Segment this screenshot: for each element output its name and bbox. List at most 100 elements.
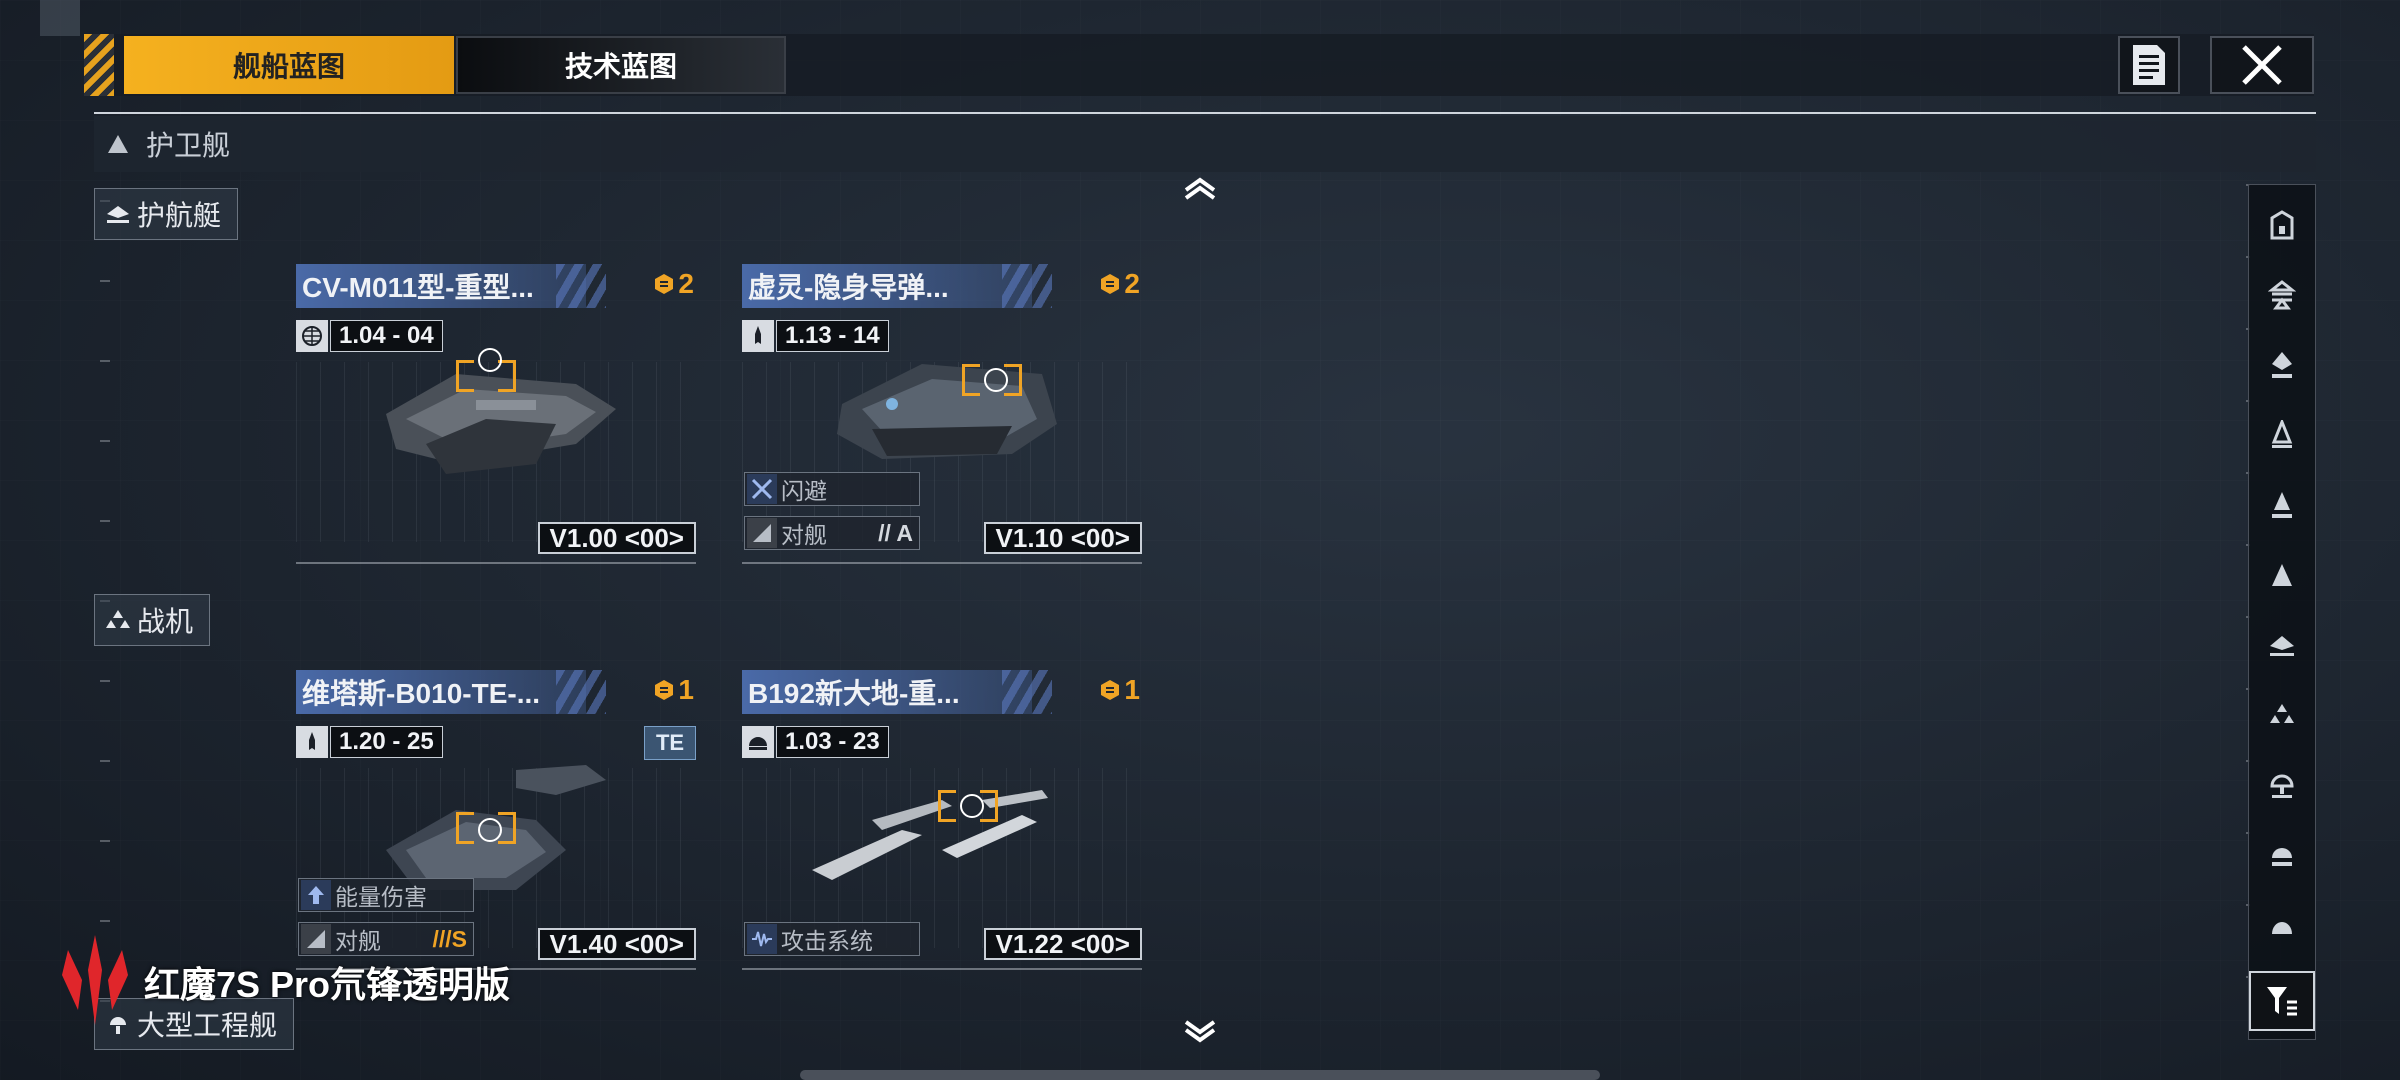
section-header[interactable]: 护卫舰 (94, 116, 2316, 172)
section-title: 护卫舰 (146, 130, 231, 161)
card-title: CV-M011型-重型... (296, 264, 586, 308)
class-filter-cruiser[interactable] (2249, 335, 2315, 395)
title-stripes (1002, 264, 1052, 308)
carrier-icon (2270, 210, 2294, 240)
battlecruiser-icon (2268, 280, 2296, 310)
class-filter-frigate[interactable] (2249, 475, 2315, 535)
energy-arrow-icon (301, 880, 331, 910)
target-marker (478, 348, 502, 372)
card-baseline (742, 954, 1142, 970)
document-icon (2133, 45, 2165, 85)
tag-grade: ///S (432, 925, 467, 952)
te-badge: TE (644, 726, 696, 760)
tag-label: 能量伤害 (335, 884, 427, 910)
tab-tech-blueprint[interactable]: 技术蓝图 (456, 36, 786, 94)
target-marker (478, 818, 502, 842)
class-filter-destroyer[interactable] (2249, 405, 2315, 465)
ship-card-cv-m011[interactable]: CV-M011型-重型... 2 1.04 - 04 V1.00 <00> (296, 264, 696, 564)
tag-label: 对舰 (335, 928, 381, 954)
corvette-icon (2272, 564, 2292, 586)
scroll-up-button[interactable] (1180, 174, 1220, 204)
tag-label: 闪避 (781, 478, 827, 504)
card-baseline (742, 548, 1142, 564)
station-icon (2272, 922, 2292, 934)
blueprint-count-value: 2 (1124, 268, 1140, 299)
blueprint-count: 1 (1099, 674, 1140, 706)
category-fighter[interactable]: 战机 (94, 594, 211, 646)
corner-tab (40, 0, 80, 36)
class-filter-carrier[interactable] (2249, 195, 2315, 255)
class-filter-corvette[interactable] (2249, 545, 2315, 605)
tag-evasion: 闪避 (744, 472, 920, 506)
category-fighter-label: 战机 (137, 606, 194, 637)
evasion-icon (747, 474, 777, 504)
cruiser-icon (2272, 352, 2292, 378)
chevron-up-icon (1184, 177, 1216, 200)
ship-class-filter-bar (2248, 184, 2316, 1040)
blueprint-count: 2 (653, 268, 694, 300)
blueprint-count: 2 (1099, 268, 1140, 300)
destroyer-icon (2271, 420, 2293, 448)
card-title: 虚灵-隐身导弹... (742, 264, 1032, 308)
waveform-icon (747, 924, 777, 954)
tab-ship-blueprint[interactable]: 舰船蓝图 (124, 36, 454, 94)
blueprint-count: 1 (653, 674, 694, 706)
card-title: B192新大地-重... (742, 670, 1032, 714)
filter-icon (2267, 987, 2297, 1016)
target-marker (984, 368, 1008, 392)
document-button[interactable] (2118, 36, 2180, 94)
frigate-icon (2272, 492, 2292, 518)
top-divider (94, 112, 2316, 114)
close-icon (2242, 45, 2282, 85)
anti-ship-icon (747, 518, 777, 548)
device-watermark: 红魔7S Pro氘锋透明版 (144, 964, 511, 1005)
blueprint-hex-icon (1101, 680, 1120, 700)
red-magic-logo (62, 935, 128, 1025)
horizontal-scrollbar[interactable] (800, 1070, 1600, 1080)
tag-anti-ship: 对舰 // A (744, 516, 920, 550)
tag-attack-system: 攻击系统 (744, 922, 920, 956)
fighter-icon (2270, 704, 2294, 723)
blueprint-hex-icon (655, 680, 674, 700)
ship-card-vitas[interactable]: 维塔斯-B010-TE-... 1 1.20 - 25 TE 能量伤害 对舰 /… (296, 670, 696, 970)
filter-button[interactable] (2249, 971, 2315, 1031)
target-marker (960, 794, 984, 818)
class-filter-engineering[interactable] (2249, 755, 2315, 815)
fighter-icon (105, 609, 131, 631)
missile-icon (742, 320, 774, 352)
auxiliary-ship-icon (2272, 848, 2292, 866)
ship-card-xuling[interactable]: 虚灵-隐身导弹... 2 1.13 - 14 闪避 对舰 // A V1.10 … (742, 264, 1142, 564)
title-stripes (1002, 670, 1052, 714)
ship-image (837, 364, 1057, 459)
tag-label: 对舰 (781, 522, 827, 548)
close-button[interactable] (2210, 36, 2314, 94)
missile-icon (296, 726, 328, 758)
class-filter-auxiliary[interactable] (2249, 825, 2315, 885)
globe-icon (296, 320, 328, 352)
tag-anti-ship: 对舰 ///S (298, 922, 474, 956)
ship-card-b192[interactable]: B192新大地-重... 1 1.03 - 23 攻击系统 V1.22 <00> (742, 670, 1142, 970)
escort-boat-icon (105, 203, 131, 225)
card-baseline (296, 548, 696, 564)
blueprint-hex-icon (1101, 274, 1120, 294)
chevron-down-icon (1184, 1020, 1216, 1043)
scroll-down-button[interactable] (1180, 1016, 1220, 1046)
escort-boat-icon (2270, 636, 2294, 656)
card-title: 维塔斯-B010-TE-... (296, 670, 586, 714)
engineering-ship-icon (2270, 774, 2294, 798)
class-filter-escort-boat[interactable] (2249, 615, 2315, 675)
title-stripes (556, 264, 606, 308)
collapse-triangle-icon (108, 135, 128, 153)
category-engineering-label: 大型工程舰 (137, 1010, 278, 1041)
blueprint-count-value: 2 (678, 268, 694, 299)
title-stripes (556, 670, 606, 714)
tag-grade: // A (878, 519, 913, 546)
category-escort-boat[interactable]: 护航艇 (94, 188, 239, 240)
class-filter-fighter[interactable] (2249, 685, 2315, 745)
class-filter-station[interactable] (2249, 895, 2315, 955)
tag-label: 攻击系统 (781, 928, 873, 954)
top-bar-stripe (84, 34, 114, 96)
category-escort-label: 护航艇 (137, 200, 222, 231)
class-filter-battlecruiser[interactable] (2249, 265, 2315, 325)
tag-energy-damage: 能量伤害 (298, 878, 474, 912)
